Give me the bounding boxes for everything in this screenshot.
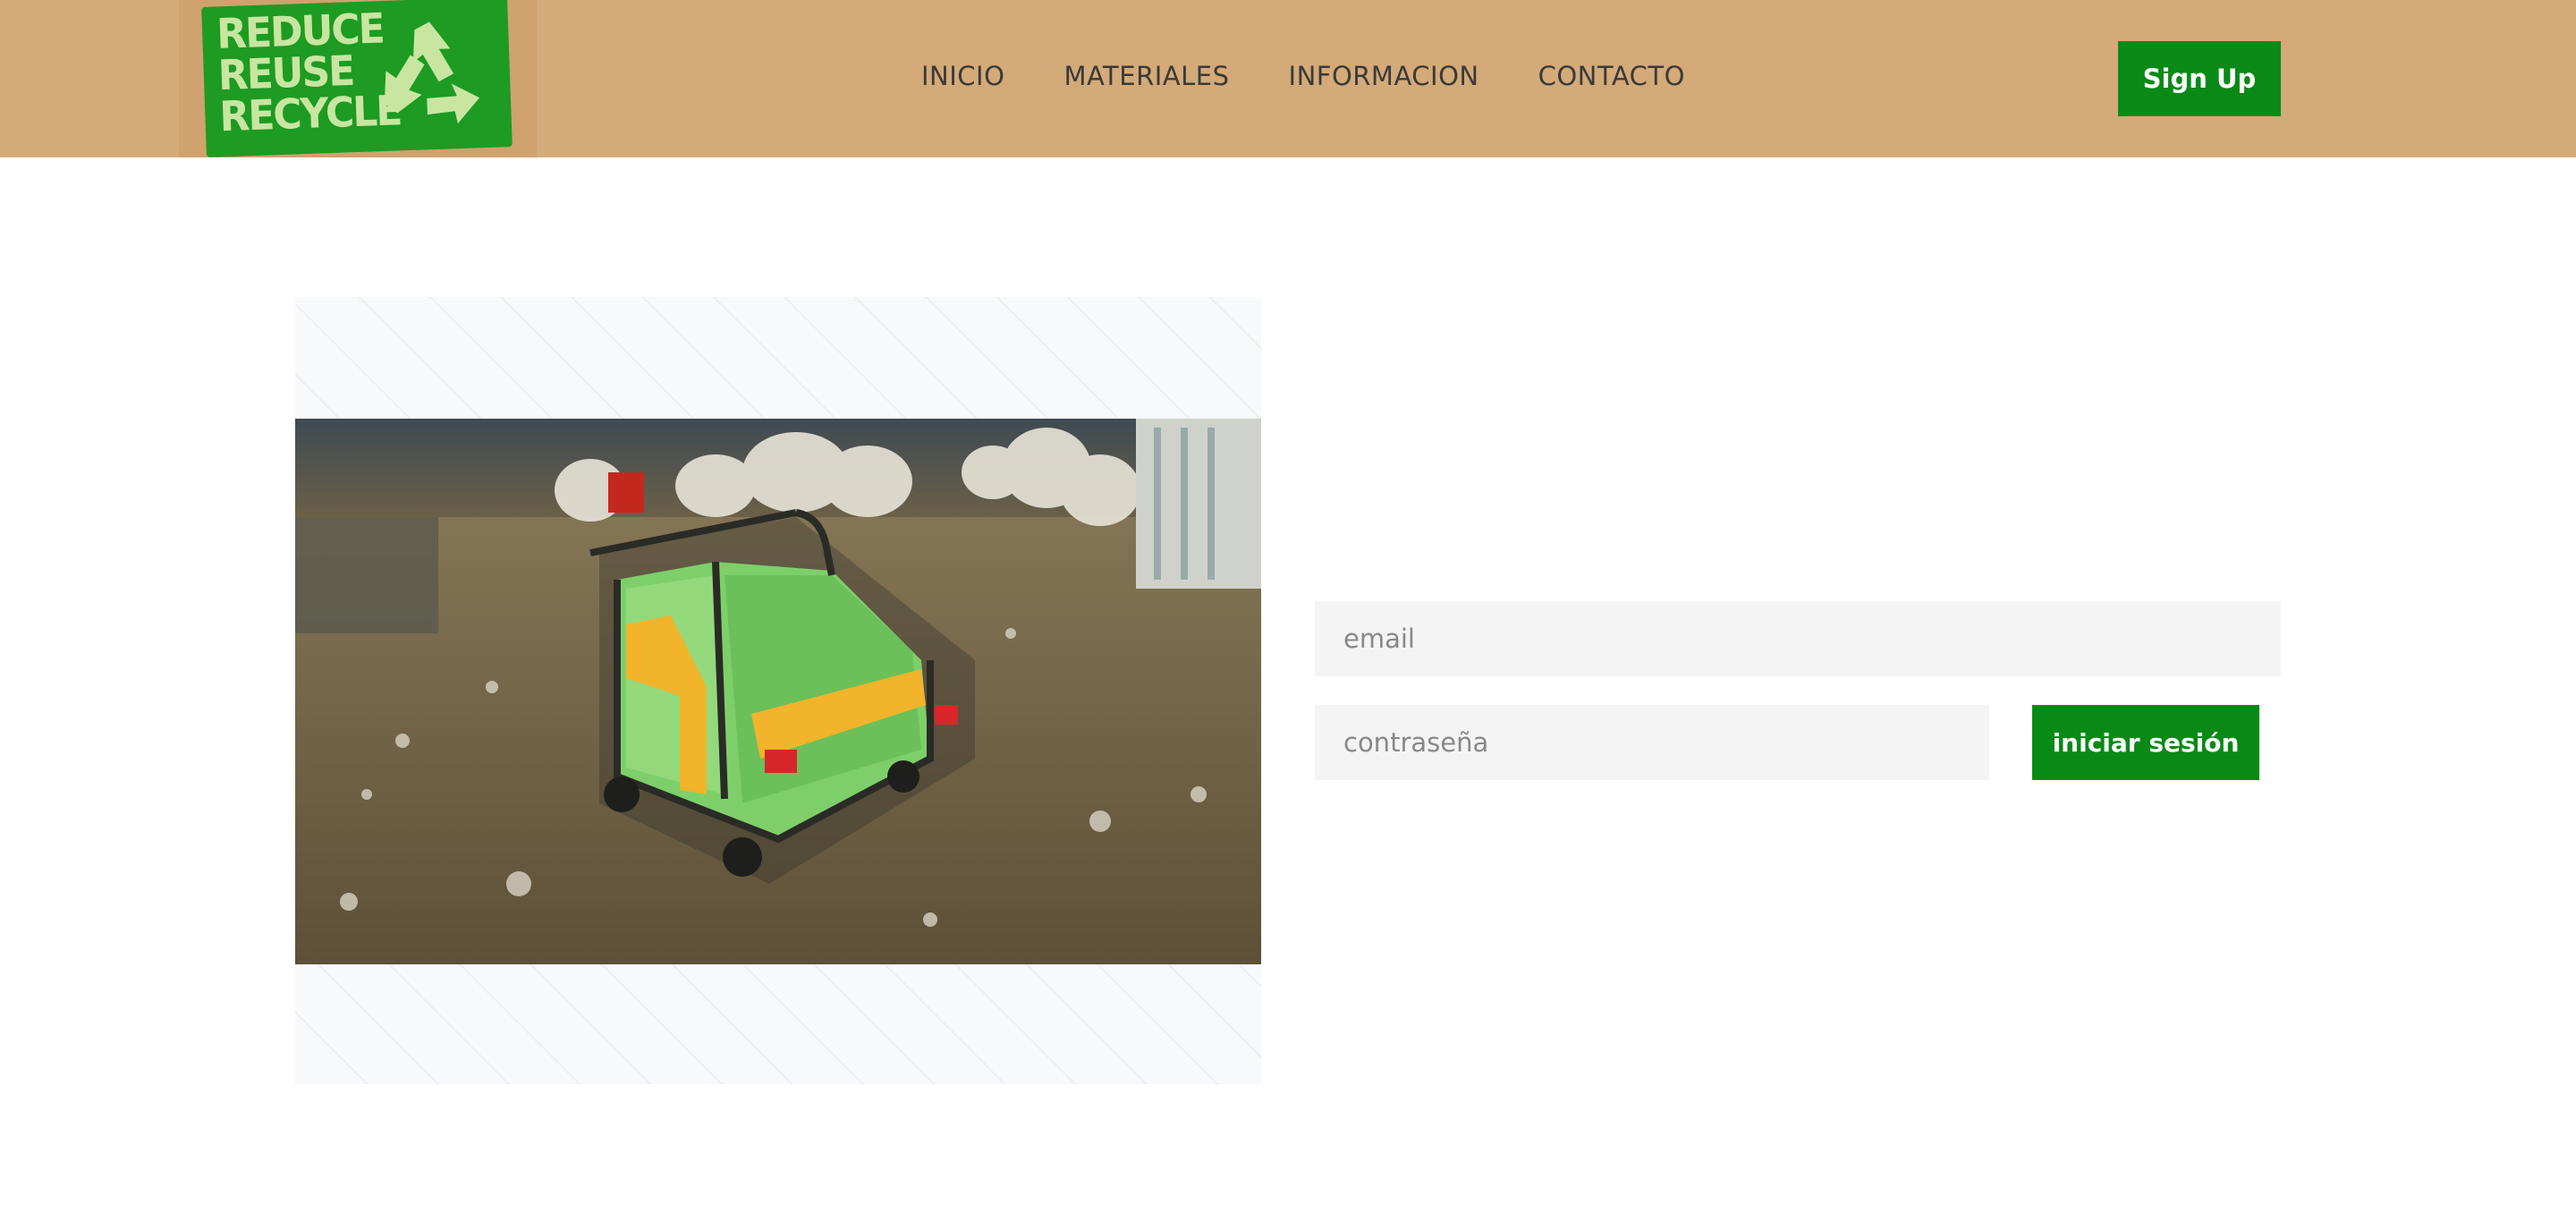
hero-image-panel (295, 297, 1261, 1084)
warehouse-photo-illustration (295, 419, 1261, 964)
email-placeholder: email (1343, 624, 1415, 654)
site-header: REDUCE REUSE RECYCLE INICIO MATERIALES I… (0, 0, 2576, 157)
logo-stamp: REDUCE REUSE RECYCLE (201, 0, 513, 157)
password-field[interactable]: contraseña (1315, 705, 1989, 780)
main-nav: INICIO MATERIALES INFORMACION CONTACTO (921, 61, 1744, 91)
nav-item-materiales[interactable]: MATERIALES (1063, 61, 1229, 91)
email-field[interactable]: email (1315, 601, 2281, 676)
nav-item-contacto[interactable]: CONTACTO (1538, 61, 1685, 91)
password-placeholder: contraseña (1343, 727, 1489, 758)
signup-button[interactable]: Sign Up (2118, 41, 2281, 116)
login-button[interactable]: iniciar sesión (2032, 705, 2259, 780)
recycling-warehouse-photo (295, 419, 1261, 964)
nav-item-inicio[interactable]: INICIO (921, 61, 1004, 91)
logo[interactable]: REDUCE REUSE RECYCLE (179, 0, 537, 157)
recycle-icon (384, 21, 480, 124)
nav-item-informacion[interactable]: INFORMACION (1289, 61, 1479, 91)
